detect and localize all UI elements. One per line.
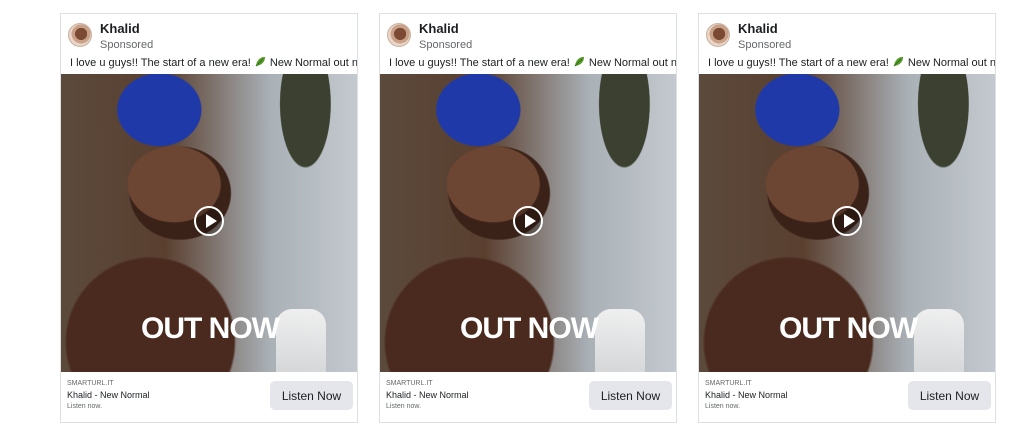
listen-now-button[interactable]: Listen Now [589,381,672,410]
avatar[interactable] [706,23,730,47]
link-preview[interactable]: SMARTURL.IT Khalid - New Normal Listen n… [699,372,995,422]
avatar[interactable] [387,23,411,47]
play-icon[interactable] [513,206,543,236]
video-overlay-text: OUT NOW [779,312,918,345]
sponsored-label[interactable]: Sponsored [100,39,153,51]
ad-header: Khalid Sponsored [380,14,676,56]
page-name[interactable]: Khalid [738,21,778,36]
video-overlay-text: OUT NOW [141,312,280,345]
leaf-icon [255,56,265,67]
play-icon[interactable] [832,206,862,236]
listen-now-button[interactable]: Listen Now [908,381,991,410]
link-description: Listen now. [386,403,422,410]
link-description: Listen now. [67,403,103,410]
page-name[interactable]: Khalid [100,21,140,36]
play-icon[interactable] [194,206,224,236]
link-description: Listen now. [705,403,741,410]
avatar[interactable] [68,23,92,47]
link-title: Khalid - New Normal [705,390,788,400]
caption-text: New Normal out now [588,57,677,69]
ad-caption: I love u guys!! The start of a new era! … [389,56,677,69]
video-overlay-text: OUT NOW [460,312,599,345]
link-domain: SMARTURL.IT [705,380,752,387]
ad-video[interactable]: OUT NOW [380,74,676,372]
caption-text: I love u guys!! The start of a new era! [389,57,570,69]
page-name[interactable]: Khalid [419,21,459,36]
ad-caption: I love u guys!! The start of a new era! … [70,56,358,69]
link-domain: SMARTURL.IT [67,380,114,387]
sponsored-label[interactable]: Sponsored [419,39,472,51]
ad-header: Khalid Sponsored [699,14,995,56]
link-domain: SMARTURL.IT [386,380,433,387]
link-preview[interactable]: SMARTURL.IT Khalid - New Normal Listen n… [380,372,676,422]
ad-card: Khalid Sponsored I love u guys!! The sta… [379,13,677,423]
ad-caption: I love u guys!! The start of a new era! … [708,56,996,69]
caption-text: I love u guys!! The start of a new era! [708,57,889,69]
link-title: Khalid - New Normal [386,390,469,400]
link-title: Khalid - New Normal [67,390,150,400]
link-preview[interactable]: SMARTURL.IT Khalid - New Normal Listen n… [61,372,357,422]
sponsored-label[interactable]: Sponsored [738,39,791,51]
leaf-icon [893,56,903,67]
caption-text: I love u guys!! The start of a new era! [70,57,251,69]
ad-header: Khalid Sponsored [61,14,357,56]
leaf-icon [574,56,584,67]
ad-card: Khalid Sponsored I love u guys!! The sta… [60,13,358,423]
caption-text: New Normal out now [907,57,996,69]
caption-text: New Normal out now [269,57,358,69]
ad-video[interactable]: OUT NOW [699,74,995,372]
listen-now-button[interactable]: Listen Now [270,381,353,410]
ad-card: Khalid Sponsored I love u guys!! The sta… [698,13,996,423]
ad-video[interactable]: OUT NOW [61,74,357,372]
